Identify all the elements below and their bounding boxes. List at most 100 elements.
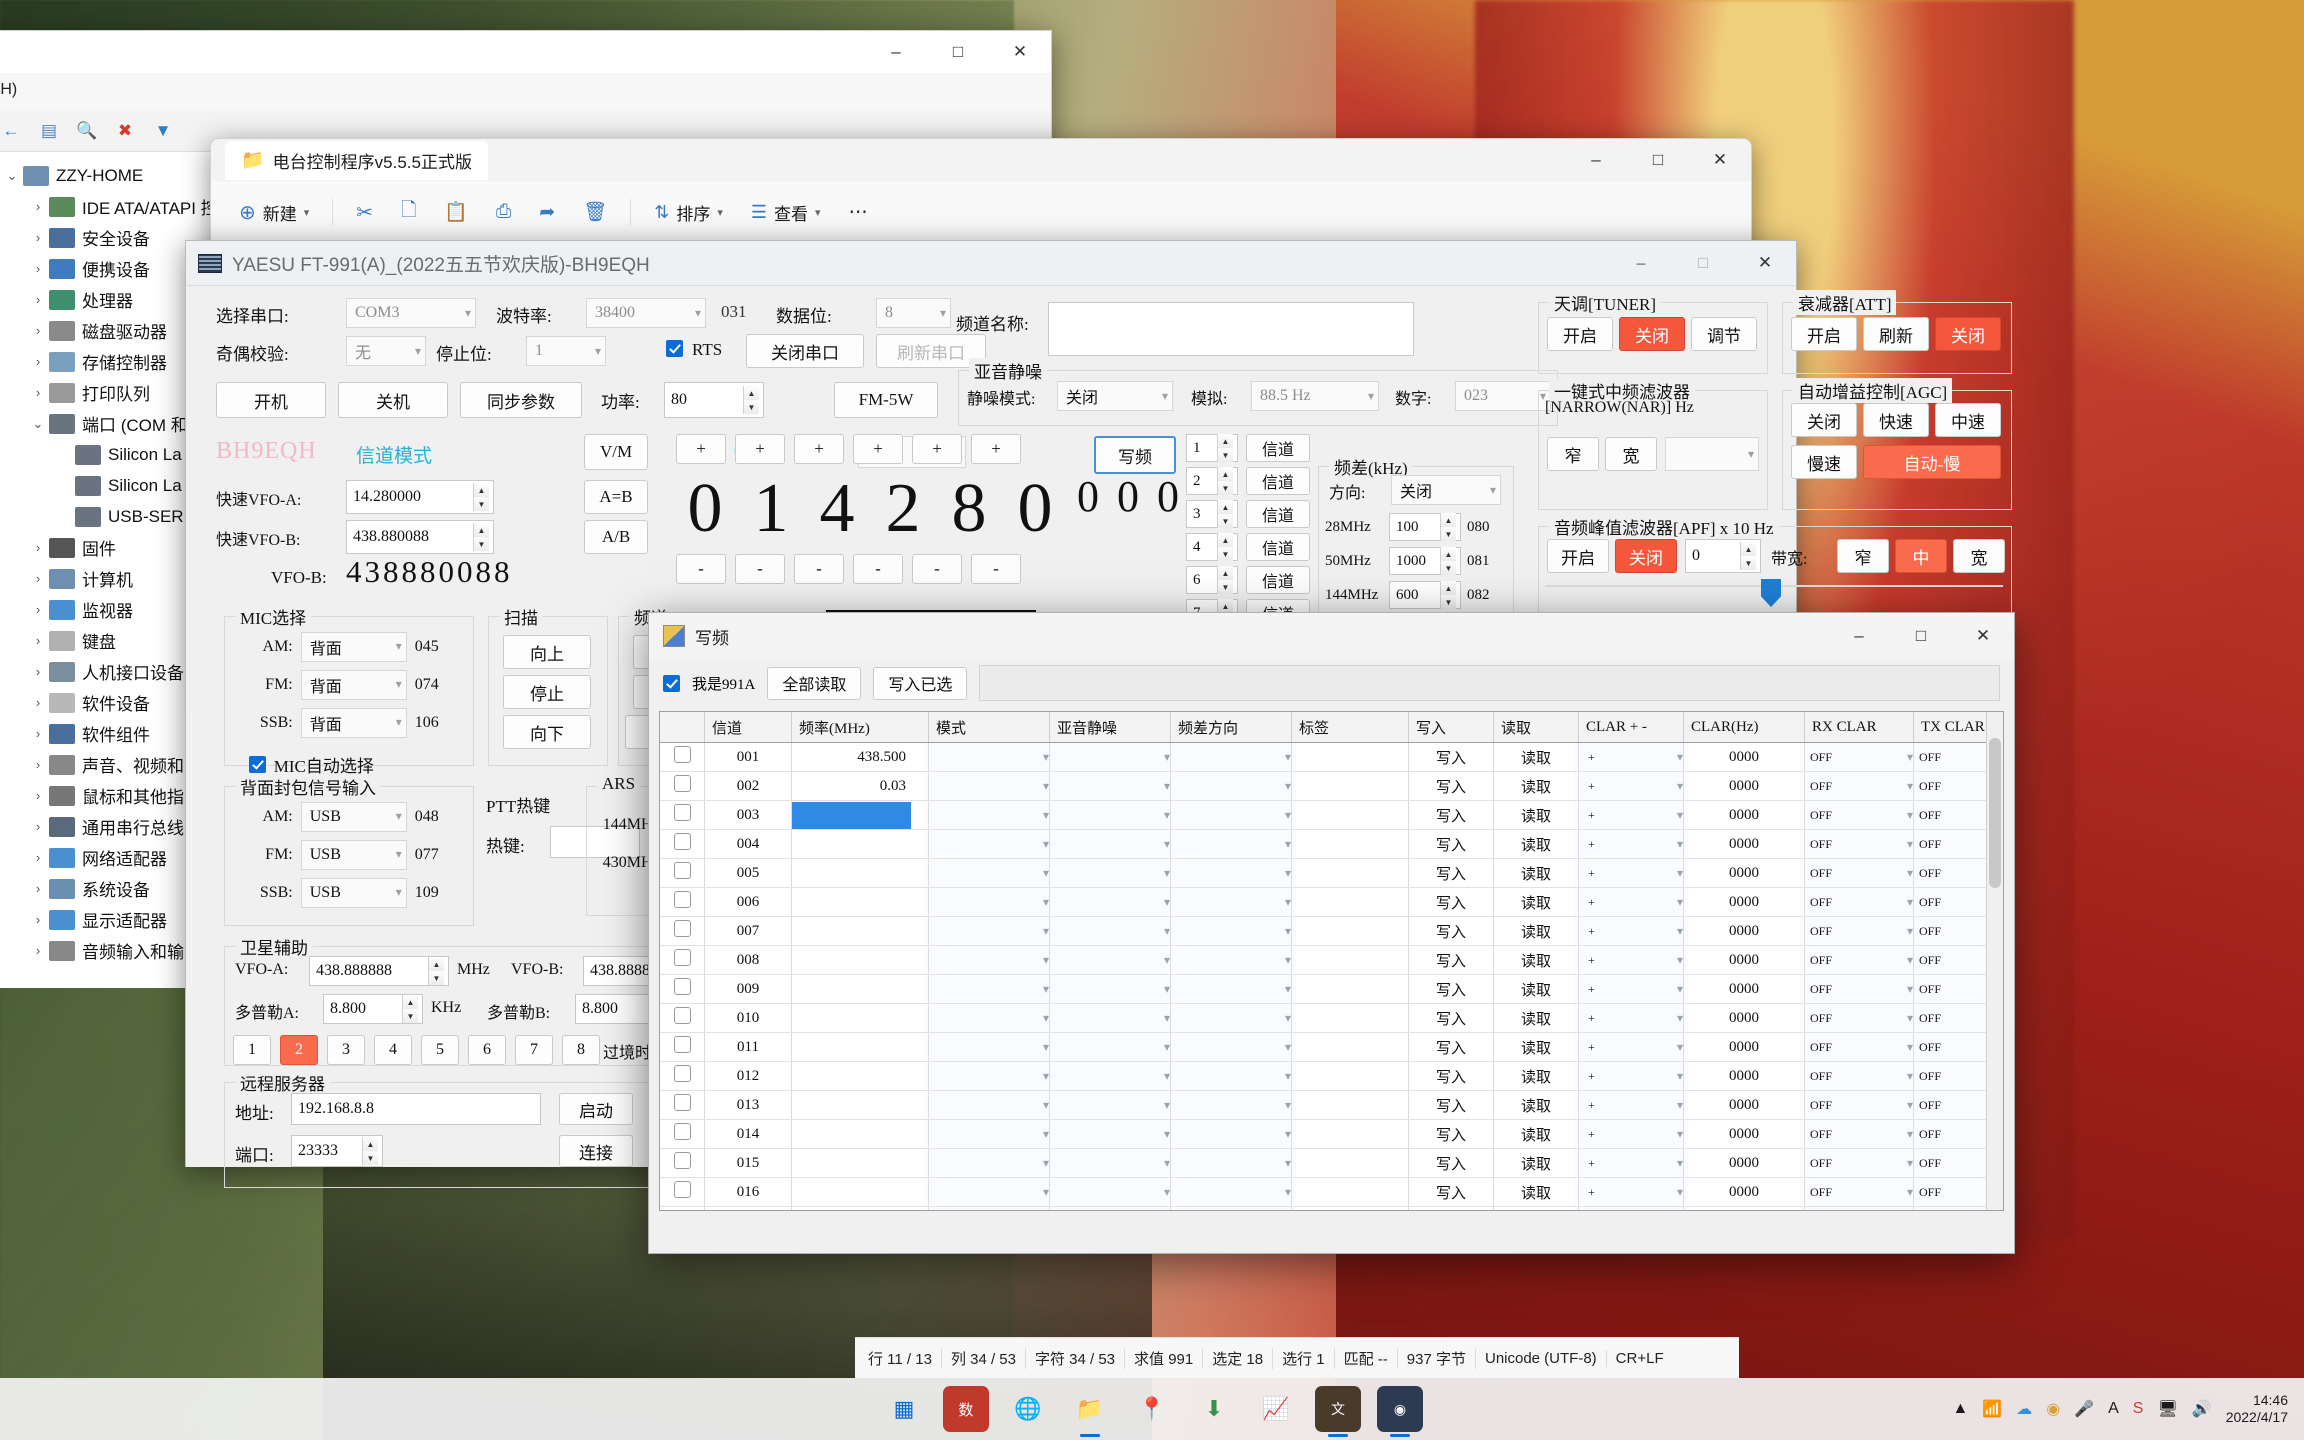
satellite-preset-button[interactable]: 4 — [374, 1035, 412, 1065]
radio-minimize-button[interactable]: – — [1610, 241, 1672, 285]
power-off-button[interactable]: 关机 — [338, 382, 448, 418]
mode-cell[interactable]: ▾ — [924, 945, 1054, 975]
cell-dropdown[interactable]: ▾ — [1045, 888, 1175, 916]
cell-dropdown[interactable]: ▾ — [1166, 1033, 1296, 1061]
clar-sign-cell[interactable]: +▾ — [1574, 742, 1688, 772]
squelch-cell[interactable]: ▾ — [1045, 1177, 1175, 1207]
satellite-presets[interactable]: 12345678 — [233, 1035, 600, 1065]
cell-dropdown[interactable]: ▾ — [1166, 830, 1296, 858]
power-on-button[interactable]: 开机 — [216, 382, 326, 418]
clar-hz-cell[interactable]: 0000 — [1683, 1003, 1805, 1033]
row-checkbox-cell[interactable] — [660, 858, 705, 888]
clar-sign-cell[interactable]: +▾ — [1574, 974, 1688, 1004]
clar-sign-cell[interactable]: +▾ — [1574, 1061, 1688, 1091]
row-checkbox-cell[interactable] — [660, 1148, 705, 1178]
clar-hz-cell[interactable]: 0000 — [1683, 1148, 1805, 1178]
att-on-button[interactable]: 开启 — [1791, 317, 1857, 351]
squelch-mode-select[interactable]: 关闭 ▾ — [1057, 381, 1173, 411]
remote-addr-input[interactable]: 192.168.8.8 — [291, 1093, 541, 1125]
mic-select[interactable]: 背面 ▾ — [300, 631, 407, 662]
write-link[interactable]: 写入 — [1408, 1177, 1494, 1207]
read-link[interactable]: 读取 — [1493, 1148, 1579, 1178]
offset-value-input[interactable]: 1000 ▲ ▼ — [1389, 547, 1461, 575]
mic-select[interactable]: 背面 ▾ — [300, 707, 407, 738]
view-button[interactable]: ☰ 查看 ▾ — [739, 190, 833, 234]
wf-titlebar[interactable]: 写频 – □ ✕ — [649, 613, 2014, 659]
offset-dir-cell[interactable]: ▾ — [1166, 771, 1296, 801]
rear-input-select[interactable]: USB ▾ — [300, 877, 407, 908]
frequency-cell[interactable] — [791, 1090, 929, 1120]
scan-up-button[interactable]: 向上 — [503, 635, 591, 669]
squelch-cell[interactable]: ▾ — [1045, 945, 1175, 975]
cell-dropdown[interactable]: ▾ — [924, 830, 1054, 858]
read-link[interactable]: 读取 — [1493, 1061, 1579, 1091]
channel-table[interactable]: 信道 频率(MHz) 模式 亚音静噪 频差方向 标签 写入 读取 CLAR + - CLAR(Hz… — [660, 712, 2003, 1210]
apf-slider-thumb[interactable] — [1761, 579, 1781, 607]
cell-dropdown[interactable]: ▾ — [1166, 859, 1296, 887]
write-link[interactable]: 写入 — [1408, 771, 1494, 801]
clar-sign-cell[interactable]: +▾ — [1574, 1119, 1688, 1149]
label-cell[interactable] — [1291, 1061, 1409, 1091]
row-checkbox[interactable] — [673, 862, 691, 879]
rename-button[interactable]: ⎙ — [484, 190, 523, 234]
rx-clar-cell[interactable]: OFF▾ — [1800, 974, 1918, 1004]
widgets-icon[interactable]: 数 — [943, 1386, 989, 1432]
table-row[interactable]: 013▾▾▾写入读取+▾0000OFF▾OFF▾ — [660, 1090, 2003, 1120]
cell-dropdown[interactable]: ▾ — [1045, 1062, 1175, 1090]
satellite-preset-button[interactable]: 7 — [515, 1035, 553, 1065]
column-header[interactable]: CLAR(Hz) — [1683, 712, 1805, 743]
row-checkbox-cell[interactable] — [660, 1032, 705, 1062]
table-row[interactable]: 011▾▾▾写入读取+▾0000OFF▾OFF▾ — [660, 1032, 2003, 1062]
label-cell[interactable] — [1291, 974, 1409, 1004]
vm-toggle-button[interactable]: V/M — [584, 434, 648, 470]
label-cell[interactable] — [1291, 887, 1409, 917]
table-row[interactable]: 012▾▾▾写入读取+▾0000OFF▾OFF▾ — [660, 1061, 2003, 1091]
label-cell[interactable] — [1291, 1206, 1409, 1210]
column-header[interactable]: 写入 — [1408, 712, 1494, 743]
chevron-down-icon[interactable]: ▾ — [304, 206, 310, 219]
frequency-cell[interactable] — [791, 1148, 929, 1178]
tray-s-icon[interactable]: S — [2133, 1400, 2144, 1418]
radio-app-taskbar-icon[interactable]: ◉ — [1377, 1386, 1423, 1437]
read-link[interactable]: 读取 — [1493, 1119, 1579, 1149]
rear-input-rows[interactable]: AM: USB ▾ 048 FM: USB ▾ 077 SSB: USB ▾ 109 — [235, 792, 464, 908]
clar-hz-cell[interactable]: 0000 — [1683, 974, 1805, 1004]
chevron-right-icon[interactable]: › — [27, 571, 49, 586]
label-cell[interactable] — [1291, 945, 1409, 975]
cell-dropdown[interactable]: ▾ — [1045, 1149, 1175, 1177]
squelch-cell[interactable]: ▾ — [1045, 1003, 1175, 1033]
scan-down-button[interactable]: 向下 — [503, 715, 591, 749]
row-checkbox-cell[interactable] — [660, 1119, 705, 1149]
offset-dir-cell[interactable]: ▾ — [1166, 1003, 1296, 1033]
rx-clar-cell[interactable]: OFF▾ — [1800, 771, 1918, 801]
channel-slot-input[interactable]: 6 ▲ ▼ — [1186, 566, 1238, 594]
write-link[interactable]: 写入 — [1408, 1206, 1494, 1210]
table-row[interactable]: 006▾▾▾写入读取+▾0000OFF▾OFF▾ — [660, 887, 2003, 917]
clar-sign-cell[interactable]: +▾ — [1574, 771, 1688, 801]
mode-cell[interactable]: ▾ — [924, 829, 1054, 859]
mode-cell[interactable]: ▾ — [924, 1032, 1054, 1062]
cell-dropdown[interactable]: ▾ — [1166, 975, 1296, 1003]
digit-plus-button[interactable]: + — [735, 434, 785, 464]
channel-slot-spinner[interactable]: ▲▼ — [1217, 434, 1233, 462]
cell-dropdown[interactable]: ▾ — [924, 975, 1054, 1003]
digit-plus-button[interactable]: + — [853, 434, 903, 464]
cell-dropdown[interactable]: ▾ — [924, 1004, 1054, 1032]
cell-dropdown[interactable]: ▾ — [1045, 946, 1175, 974]
wf-toolbar[interactable]: 我是991A 全部读取 写入已选 — [649, 659, 2014, 707]
channel-slot-button[interactable]: 信道 — [1246, 500, 1310, 528]
channel-slot-input[interactable]: 2 ▲ ▼ — [1186, 467, 1238, 495]
satellite-preset-button[interactable]: 5 — [421, 1035, 459, 1065]
remote-port-spinner[interactable]: ▲ ▼ — [362, 1137, 378, 1165]
frequency-cell[interactable] — [791, 887, 929, 917]
label-cell[interactable] — [1291, 1119, 1409, 1149]
cell-dropdown[interactable]: ▾ — [1166, 1062, 1296, 1090]
tuner-off-button[interactable]: 关闭 — [1619, 317, 1685, 351]
rx-clar-cell[interactable]: OFF▾ — [1800, 1177, 1918, 1207]
chevron-down-icon[interactable]: ⌄ — [1, 168, 23, 184]
column-header[interactable]: 信道 — [704, 712, 792, 743]
row-checkbox-cell[interactable] — [660, 887, 705, 917]
wf-maximize-button[interactable]: □ — [1890, 613, 1952, 659]
offset-dir-cell[interactable]: ▾ — [1166, 1177, 1296, 1207]
table-row[interactable]: 007▾▾▾写入读取+▾0000OFF▾OFF▾ — [660, 916, 2003, 946]
